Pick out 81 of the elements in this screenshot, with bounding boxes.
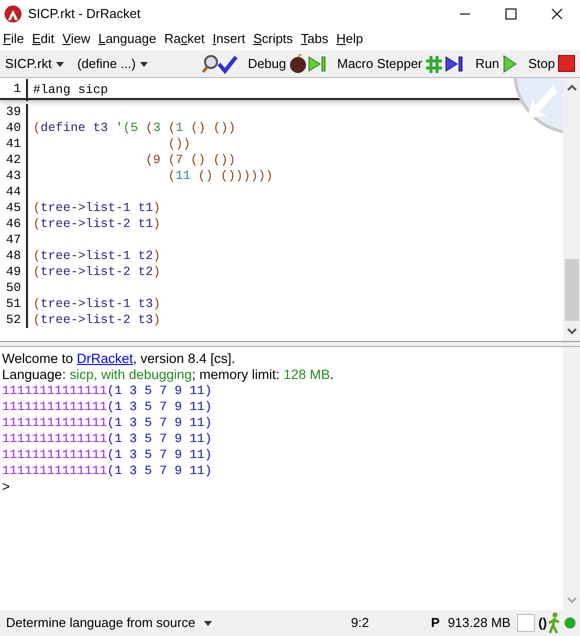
app-logo-icon xyxy=(4,5,22,23)
code-line: (tree->list-2 t1) xyxy=(32,216,161,232)
play-icon xyxy=(502,54,518,74)
menu-item[interactable]: Help xyxy=(333,29,368,49)
definitions-menu-button[interactable]: (define ...) xyxy=(74,52,152,76)
maximize-icon xyxy=(505,8,517,20)
result-value: (1 3 5 7 9 11) xyxy=(107,400,212,414)
printed-output: 11111111111111 xyxy=(2,400,108,414)
line-number: 1 xyxy=(0,79,28,101)
code-line: (tree->list-1 t1) xyxy=(32,200,161,216)
menu-item[interactable]: Insert xyxy=(210,29,250,49)
code-line: (define t3 '(5 (3 (1 () ()) xyxy=(32,120,236,136)
bomb-play-icon xyxy=(289,54,328,74)
printed-output: 11111111111111 xyxy=(2,384,108,398)
welcome-text: Welcome to DrRacket, version 8.4 [cs]. xyxy=(2,351,236,367)
printed-output: 11111111111111 xyxy=(2,448,108,462)
cursor-position: 9:2 xyxy=(350,614,370,632)
code-line: (9 (7 () ()) xyxy=(144,152,236,168)
menu-item[interactable]: Scripts xyxy=(250,29,298,49)
result-value: (1 3 5 7 9 11) xyxy=(107,432,212,446)
code-line: (11 () ()))))) xyxy=(167,168,274,184)
line-number: 39 xyxy=(0,104,28,120)
hash-play-icon xyxy=(425,54,466,74)
menu-item[interactable]: View xyxy=(59,29,96,49)
menu-item[interactable]: Tabs xyxy=(298,29,334,49)
stop-button[interactable]: Stop xyxy=(525,52,578,76)
code-line: ()) xyxy=(167,136,191,152)
scroll-down-icon xyxy=(566,595,576,605)
code-line: (tree->list-1 t2) xyxy=(32,248,161,264)
code-line: #lang sicp xyxy=(32,82,108,98)
menu-item[interactable]: Edit xyxy=(28,29,60,49)
line-number: 44 xyxy=(0,184,28,200)
scrollbar-thumb[interactable] xyxy=(564,259,578,321)
blank-box xyxy=(517,614,536,632)
walking-figure-icon xyxy=(547,612,561,634)
magnifier-check-icon xyxy=(202,54,238,74)
printed-output: 11111111111111 xyxy=(2,464,108,478)
line-number: 40 xyxy=(0,120,28,136)
line-number: 42 xyxy=(0,152,28,168)
paren-indicator: () xyxy=(538,614,547,632)
memory-usage: 913.28 MB xyxy=(448,614,511,632)
debug-button[interactable]: Debug xyxy=(244,52,330,76)
window-title: SICP.rkt - DrRacket xyxy=(28,5,140,24)
scrollbar[interactable] xyxy=(563,347,580,610)
scroll-up-icon xyxy=(566,83,576,93)
scrollbar[interactable] xyxy=(563,78,580,341)
line-number: 43 xyxy=(0,168,28,184)
line-number: 41 xyxy=(0,136,28,152)
language-text: Language: sicp, with debugging; memory limit: 128 MB. xyxy=(2,367,335,383)
line-number: 49 xyxy=(0,264,28,280)
caret-icon xyxy=(203,618,214,628)
line-number: 51 xyxy=(0,296,28,312)
scroll-down-icon xyxy=(566,326,576,336)
line-number: 47 xyxy=(0,232,28,248)
result-value: (1 3 5 7 9 11) xyxy=(107,384,212,398)
menu-item[interactable]: Racket xyxy=(161,29,210,49)
line-number: 52 xyxy=(0,312,28,328)
menu-item[interactable]: Language xyxy=(95,29,162,49)
printed-output: 11111111111111 xyxy=(2,416,108,430)
menu-item[interactable]: File xyxy=(0,29,29,49)
stop-icon xyxy=(558,55,575,72)
code-line: (tree->list-2 t3) xyxy=(32,312,161,328)
code-line: (tree->list-2 t2) xyxy=(32,264,161,280)
line-number: 45 xyxy=(0,200,28,216)
result-value: (1 3 5 7 9 11) xyxy=(107,464,212,478)
run-button[interactable]: Run xyxy=(472,52,522,76)
prompt: > xyxy=(2,479,11,495)
language-menu-button[interactable]: Determine language from source xyxy=(4,613,216,633)
line-number: 46 xyxy=(0,216,28,232)
macro-stepper-button[interactable]: Macro Stepper xyxy=(334,52,468,76)
close-icon xyxy=(551,8,563,20)
status-dot-icon xyxy=(564,617,576,629)
line-number: 48 xyxy=(0,248,28,264)
result-value: (1 3 5 7 9 11) xyxy=(107,448,212,462)
file-menu-button[interactable]: SICP.rkt xyxy=(2,52,68,76)
result-value: (1 3 5 7 9 11) xyxy=(107,416,212,430)
drracket-link[interactable]: DrRacket xyxy=(76,351,134,366)
gc-indicator: P xyxy=(431,614,440,632)
code-line: (tree->list-1 t3) xyxy=(32,296,161,312)
line-number: 50 xyxy=(0,280,28,296)
printed-output: 11111111111111 xyxy=(2,432,108,446)
